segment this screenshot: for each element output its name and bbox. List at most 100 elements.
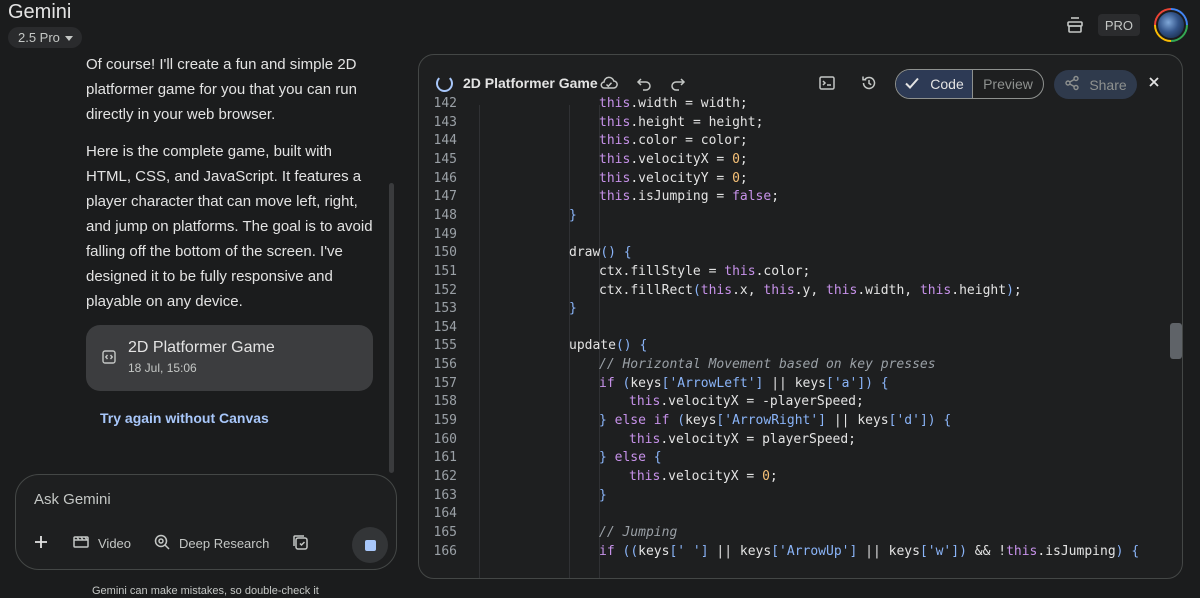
code-scrollbar[interactable] [1170, 323, 1182, 359]
code-text: ctx.fillStyle = this.color; [599, 263, 811, 279]
code-text: this.velocityX = 0; [599, 151, 748, 167]
chevron-down-icon [64, 36, 73, 41]
line-number: 144 [433, 133, 457, 149]
response-paragraph: Here is the complete game, built with HT… [86, 143, 373, 310]
code-text: } [569, 207, 577, 223]
stop-button[interactable] [352, 527, 388, 563]
code-line: 143 this.height = height; [419, 114, 1182, 133]
deep-research-button[interactable]: Deep Research [153, 533, 269, 554]
line-number: 161 [433, 450, 457, 466]
code-doc-icon [101, 349, 117, 370]
pro-badge: PRO [1097, 14, 1140, 36]
code-text: if ((keys[' '] || keys['ArrowUp'] || key… [599, 543, 1140, 559]
add-button[interactable] [32, 533, 50, 554]
line-number: 157 [433, 375, 457, 391]
response-paragraph: Of course! I'll create a fun and simple … [86, 56, 357, 123]
code-line: 164 [419, 505, 1182, 524]
share-label: Share [1089, 76, 1127, 93]
code-line: 151 ctx.fillStyle = this.color; [419, 263, 1182, 282]
check-icon [904, 76, 920, 93]
share-icon [1064, 75, 1080, 94]
code-line: 148} [419, 207, 1182, 226]
code-line: 165 // Jumping [419, 524, 1182, 543]
code-line: 142 this.width = width; [419, 95, 1182, 114]
console-icon[interactable] [818, 74, 836, 97]
code-text: if (keys['ArrowLeft'] || keys['a']) { [599, 375, 889, 391]
line-number: 145 [433, 151, 457, 167]
canvas-button[interactable] [291, 533, 309, 554]
code-line: 166 if ((keys[' '] || keys['ArrowUp'] || … [419, 543, 1182, 562]
code-line: 162 this.velocityX = 0; [419, 468, 1182, 487]
disclaimer: Gemini can make mistakes, so double-chec… [92, 585, 319, 597]
tab-preview-label: Preview [983, 76, 1033, 92]
code-line: 155 update() { [419, 337, 1182, 356]
chat-scrollbar[interactable] [389, 183, 394, 473]
line-number: 153 [433, 301, 457, 317]
prompt-input[interactable]: Ask Gemini [34, 491, 111, 508]
tab-code[interactable]: Code [896, 70, 973, 98]
code-text: this.isJumping = false; [599, 189, 780, 205]
close-icon[interactable] [1147, 75, 1161, 94]
line-number: 160 [433, 431, 457, 447]
code-text: // Jumping [599, 524, 678, 540]
tab-preview[interactable]: Preview [973, 70, 1043, 98]
code-line: 145 this.velocityX = 0; [419, 151, 1182, 170]
app-title: Gemini [8, 1, 72, 23]
canvas-panel: 2D Platformer Game Code Preview Share 14… [418, 54, 1183, 579]
code-text: ctx.fillRect(this.x, this.y, this.width,… [599, 282, 1022, 298]
video-icon [72, 534, 90, 553]
history-icon[interactable] [860, 74, 878, 97]
line-number: 148 [433, 207, 457, 223]
code-text: update() { [569, 338, 648, 354]
line-number: 143 [433, 114, 457, 130]
line-number: 154 [433, 319, 457, 335]
cloud-sync-icon[interactable] [599, 74, 619, 97]
doc-card-title: 2D Platformer Game [128, 339, 275, 356]
line-number: 163 [433, 487, 457, 503]
canvas-icon [291, 533, 309, 554]
video-button[interactable]: Video [72, 534, 131, 553]
doc-card-date: 18 Jul, 15:06 [128, 361, 197, 375]
model-picker[interactable]: 2.5 Pro [8, 27, 82, 48]
avatar[interactable] [1154, 8, 1188, 42]
line-number: 166 [433, 543, 457, 559]
deep-research-label: Deep Research [179, 536, 270, 551]
code-line: 144 this.color = color; [419, 132, 1182, 151]
code-text: } [599, 487, 607, 503]
redo-icon[interactable] [669, 74, 687, 97]
gift-icon[interactable] [1066, 16, 1084, 34]
code-line: 156 // Horizontal Movement based on key p… [419, 356, 1182, 375]
chat-response: Of course! I'll create a fun and simple … [86, 52, 376, 326]
line-number: 146 [433, 170, 457, 186]
code-line: 154 [419, 319, 1182, 338]
code-line: 157 if (keys['ArrowLeft'] || keys['a']) { [419, 375, 1182, 394]
canvas-doc-card[interactable]: 2D Platformer Game 18 Jul, 15:06 [86, 325, 373, 391]
code-text: draw() { [569, 245, 632, 261]
code-line: 163} [419, 487, 1182, 506]
line-number: 142 [433, 96, 457, 111]
code-text: this.color = color; [599, 133, 748, 149]
code-text: this.velocityY = 0; [599, 170, 748, 186]
code-line: 147 this.isJumping = false; [419, 188, 1182, 207]
code-line: 150 draw() { [419, 244, 1182, 263]
model-label: 2.5 Pro [18, 30, 60, 45]
try-again-link[interactable]: Try again without Canvas [100, 410, 269, 426]
code-text: // Horizontal Movement based on key pres… [599, 357, 936, 373]
line-number: 149 [433, 226, 457, 242]
code-text: this.width = width; [599, 96, 748, 111]
code-text: this.velocityX = -playerSpeed; [629, 394, 864, 410]
code-text: } else { [599, 450, 662, 466]
code-line: 149 [419, 226, 1182, 245]
code-text: this.velocityX = playerSpeed; [629, 431, 856, 447]
line-number: 151 [433, 263, 457, 279]
prompt-input-box[interactable]: Ask Gemini Video Deep Research [15, 474, 397, 570]
canvas-title: 2D Platformer Game [463, 75, 598, 91]
undo-icon[interactable] [635, 74, 653, 97]
line-number: 150 [433, 245, 457, 261]
code-line: 153} [419, 300, 1182, 319]
stop-icon [364, 539, 376, 551]
code-line: 146 this.velocityY = 0; [419, 170, 1182, 189]
line-number: 156 [433, 357, 457, 373]
line-number: 165 [433, 524, 457, 540]
top-right-actions: PRO [1066, 8, 1188, 42]
